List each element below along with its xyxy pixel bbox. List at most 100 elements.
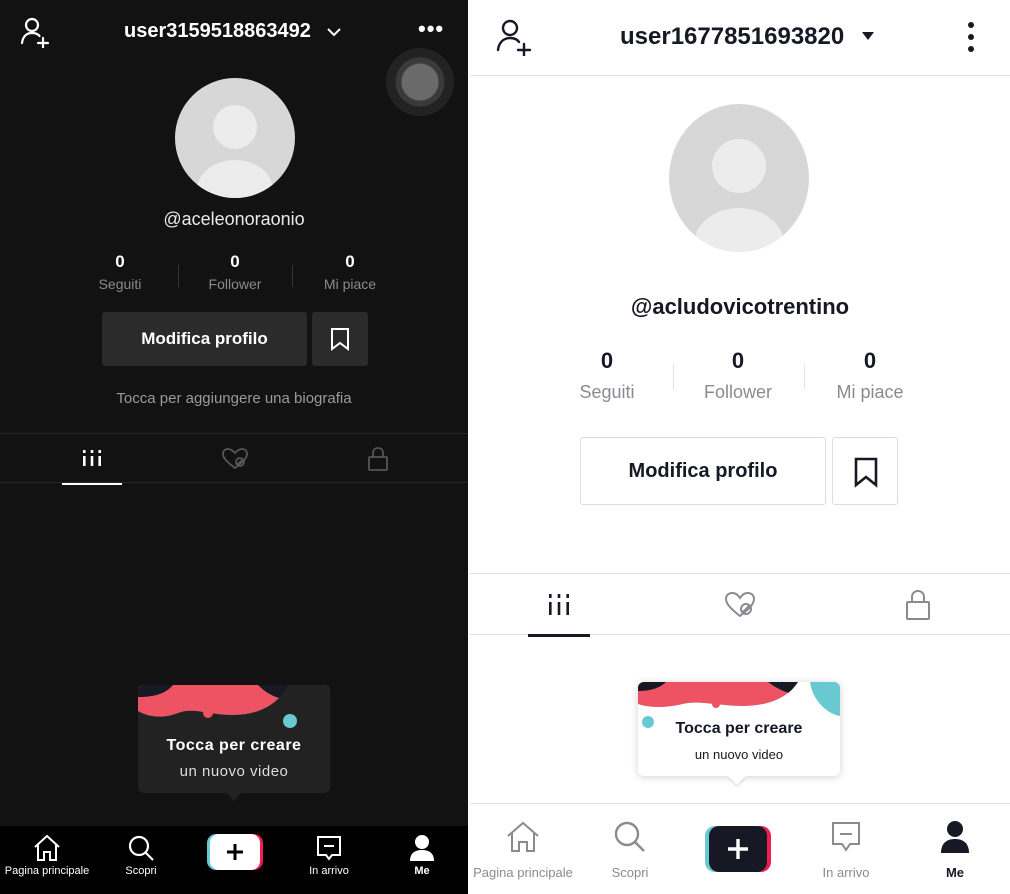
nav-label: In arrivo [822,865,870,880]
favorites-button[interactable] [312,312,368,366]
nav-label: Pagina principale [4,865,90,877]
nav-label: In arrivo [309,865,349,877]
avatar[interactable] [175,78,295,198]
caret-down-icon[interactable] [862,32,874,40]
edit-profile-button[interactable]: Modifica profilo [102,312,307,366]
active-tab-indicator [62,483,122,485]
stat-label: Follower [208,276,262,292]
tab-private[interactable] [312,434,468,484]
stat-followers[interactable]: 0 Follower [180,252,290,292]
stat-value: 0 [600,348,614,373]
bottom-nav: Pagina principale Scopri In arrivo Me [470,803,1010,894]
tab-liked[interactable] [156,434,312,484]
stat-likes[interactable]: 0 Mi piace [295,252,405,292]
right-header: user1677851693820 [470,0,1010,76]
profile-icon [941,821,969,853]
split-screen: user3159518863492 ••• @aceleonoraonio 0 … [0,0,1010,894]
promo-title: Tocca per creare [675,720,803,737]
stat-following[interactable]: 0 Seguiti [65,252,175,292]
promo-subtitle: un nuovo video [179,763,289,780]
stat-value: 0 [345,252,355,271]
nav-label: Me [414,865,430,877]
stat-value: 0 [863,348,877,373]
stat-likes[interactable]: 0 Mi piace [805,348,935,403]
lock-icon [906,589,930,620]
nav-home[interactable]: Pagina principale [470,804,576,880]
add-user-icon[interactable] [20,16,50,48]
liked-hidden-icon [222,448,248,470]
default-avatar-icon [197,105,273,198]
create-plus-icon [207,834,263,870]
nav-create[interactable] [684,804,792,872]
bookmark-icon [854,457,878,488]
username-title[interactable]: user1677851693820 [620,23,844,51]
bookmark-icon [331,328,349,351]
nav-me[interactable]: Me [900,804,1010,880]
right-profile-screen: user1677851693820 @acludovicotrentino 0 … [470,0,1010,894]
promo-subtitle: un nuovo video [694,747,784,762]
stat-divider [292,265,293,287]
stat-label: Mi piace [323,276,377,292]
content-tabs [470,573,1010,637]
tab-videos[interactable] [0,434,156,485]
nav-create[interactable] [188,826,282,894]
stat-label: Seguiti [98,276,142,292]
nav-label: Scopri [611,865,649,880]
nav-label: Pagina principale [473,865,573,880]
nav-inbox[interactable]: In arrivo [792,804,900,880]
promo-title: Tocca per creare [166,737,302,754]
add-user-icon[interactable] [496,18,532,56]
nav-inbox[interactable]: In arrivo [282,826,376,894]
promo-banner-art [138,685,330,735]
inbox-icon [317,836,341,861]
stat-following[interactable]: 0 Seguiti [542,348,672,403]
stat-followers[interactable]: 0 Follower [673,348,803,403]
more-vertical-icon[interactable] [964,20,978,56]
nav-discover[interactable]: Scopri [94,826,188,894]
tab-liked[interactable] [650,574,830,636]
liked-hidden-icon [724,591,756,618]
tooltip-pointer [226,792,242,801]
stat-label: Mi piace [836,382,904,402]
stat-label: Follower [703,382,773,402]
nav-home[interactable]: Pagina principale [0,826,94,894]
content-tabs [0,433,468,485]
profile-handle: @aceleonoraonio [163,209,305,229]
stat-value: 0 [115,252,125,271]
inbox-icon [832,822,860,852]
search-icon [128,835,154,861]
tooltip-pointer [728,776,746,785]
bio-prompt[interactable]: Tocca per aggiungere una biografia [0,390,468,407]
tab-videos[interactable] [470,574,650,637]
nav-me[interactable]: Me [376,826,468,894]
create-video-tooltip[interactable]: Tocca per creare un nuovo video [638,682,840,776]
default-avatar-icon [694,139,784,252]
left-profile-screen: user3159518863492 ••• @aceleonoraonio 0 … [0,0,468,894]
edit-profile-button[interactable]: Modifica profilo [580,437,826,505]
floating-assistive-touch[interactable] [386,48,454,116]
stat-value: 0 [230,252,240,271]
lock-icon [368,447,388,471]
nav-label: Me [945,865,965,880]
nav-label: Scopri [125,865,157,877]
more-options-button[interactable]: ••• [418,18,450,44]
home-icon [34,834,60,861]
grid-icon [549,594,569,615]
profile-icon [410,835,434,861]
tab-private[interactable] [830,574,1010,636]
avatar[interactable] [669,104,809,252]
stat-label: Seguiti [579,382,635,402]
chevron-down-icon[interactable] [326,26,342,38]
grid-icon [83,450,101,466]
stat-value: 0 [731,348,745,373]
favorites-button[interactable] [832,437,898,505]
active-tab-indicator [528,634,590,637]
create-video-tooltip[interactable]: Tocca per creare un nuovo video [138,685,330,793]
create-plus-icon [705,826,771,872]
username-title[interactable]: user3159518863492 [124,20,311,43]
stat-divider [178,265,179,287]
home-icon [507,821,539,852]
search-icon [614,821,645,852]
bottom-nav: Pagina principale Scopri In arrivo Me [0,826,468,894]
nav-discover[interactable]: Scopri [576,804,684,880]
